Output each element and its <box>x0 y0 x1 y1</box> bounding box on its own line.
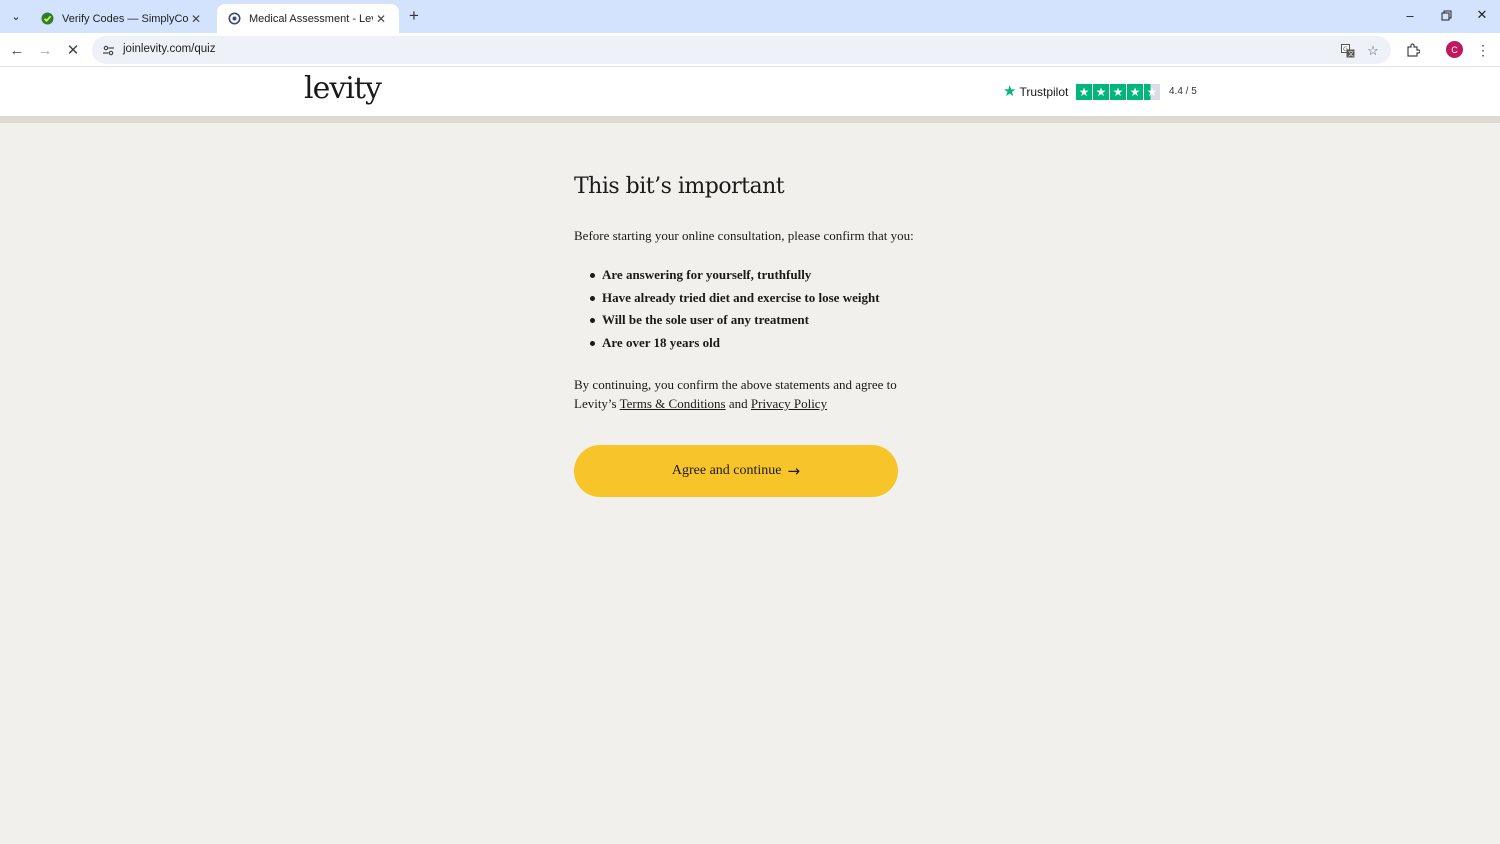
tab-search-chevron-icon[interactable]: ⌄ <box>5 6 27 26</box>
bullet-dot-icon <box>590 295 595 301</box>
bullet-dot-icon <box>590 341 595 347</box>
list-item-text: Are answering for yourself, truthfully <box>602 267 812 282</box>
trustpilot-brand: Trustpilot <box>1019 84 1069 99</box>
consent-joiner: and <box>728 395 748 411</box>
stop-loading-icon[interactable]: ✕ <box>61 38 85 62</box>
restore-icon[interactable] <box>1434 4 1458 26</box>
new-tab-plus-icon[interactable]: + <box>404 6 424 26</box>
address-bar[interactable]: joinlevity.com/quiz G文 ☆ <box>92 36 1391 64</box>
browser-tab-bar: ⌄ Verify Codes — SimplyCodes ✕ Medical A… <box>0 0 1500 33</box>
consent-text: By continuing, you confirm the above sta… <box>574 375 904 413</box>
bookmark-star-icon[interactable]: ☆ <box>1364 42 1382 60</box>
translate-icon[interactable]: G文 <box>1339 42 1357 60</box>
site-info-icon[interactable] <box>100 42 116 58</box>
intro-text: Before starting your online consultation… <box>574 228 914 243</box>
simplycodes-favicon-icon <box>40 12 54 26</box>
half-star-icon: ★ <box>1144 84 1160 100</box>
list-item-text: Are over 18 years old <box>602 335 720 351</box>
tab-title: Medical Assessment - Levity <box>249 12 373 25</box>
site-header: levity ★ Trustpilot ★ ★ ★ ★ ★ 4.4 / 5 <box>0 67 1500 116</box>
list-item: Are answering for yourself, truthfully <box>574 264 914 287</box>
bullet-dot-icon <box>590 318 595 324</box>
close-tab-icon[interactable]: ✕ <box>188 11 204 27</box>
trustpilot-rating-stars: ★ ★ ★ ★ ★ <box>1076 84 1160 100</box>
close-window-icon[interactable]: ✕ <box>1470 4 1494 26</box>
consent-section: This bit’s important Before starting you… <box>574 170 914 413</box>
bullet-dot-icon <box>590 273 595 278</box>
list-item: Will be the sole user of any treatment <box>574 309 914 332</box>
list-item: Are over 18 years old <box>574 332 914 355</box>
privacy-policy-link[interactable]: Privacy Policy <box>751 396 827 411</box>
svg-text:文: 文 <box>1348 50 1354 58</box>
extensions-puzzle-icon[interactable] <box>1402 39 1424 61</box>
star-icon: ★ <box>1127 84 1143 100</box>
page-title: This bit’s important <box>574 174 785 199</box>
list-item: Have already tried diet and exercise to … <box>574 287 914 310</box>
levity-favicon-icon <box>227 12 241 26</box>
tab-levity[interactable]: Medical Assessment - Levity ✕ <box>217 4 399 33</box>
url-text: joinlevity.com/quiz <box>123 43 216 55</box>
list-item-text: Will be the sole user of any treatment <box>602 312 809 328</box>
profile-avatar[interactable]: C <box>1446 41 1463 58</box>
trustpilot-logo[interactable]: ★ Trustpilot <box>1003 84 1068 99</box>
forward-arrow-icon[interactable]: → <box>33 38 57 62</box>
header-divider <box>0 116 1500 123</box>
list-item-text: Have already tried diet and exercise to … <box>602 289 880 305</box>
tab-title: Verify Codes — SimplyCodes <box>62 12 188 25</box>
browser-toolbar: ← → ✕ joinlevity.com/quiz G文 ☆ C ⋮ <box>0 33 1500 67</box>
tab-simplycodes[interactable]: Verify Codes — SimplyCodes ✕ <box>30 4 214 33</box>
browser-menu-kebab-icon[interactable]: ⋮ <box>1472 39 1494 61</box>
levity-logo[interactable]: levity <box>304 71 382 106</box>
back-arrow-icon[interactable]: ← <box>5 38 29 62</box>
star-icon: ★ <box>1110 84 1126 100</box>
cta-label: Agree and continue <box>671 463 782 478</box>
minimize-icon[interactable]: – <box>1398 4 1422 26</box>
terms-link[interactable]: Terms & Conditions <box>620 396 726 411</box>
trustpilot-score: 4.4 / 5 <box>1169 86 1197 97</box>
star-icon: ★ <box>1076 84 1092 100</box>
arrow-right-icon: → <box>787 462 801 480</box>
confirmation-list: Are answering for yourself, truthfully H… <box>574 264 914 355</box>
close-tab-icon[interactable]: ✕ <box>373 11 389 27</box>
star-icon: ★ <box>1093 84 1109 100</box>
trustpilot-star-icon: ★ <box>1003 83 1017 100</box>
agree-and-continue-button[interactable]: Agree and continue → <box>574 445 898 497</box>
